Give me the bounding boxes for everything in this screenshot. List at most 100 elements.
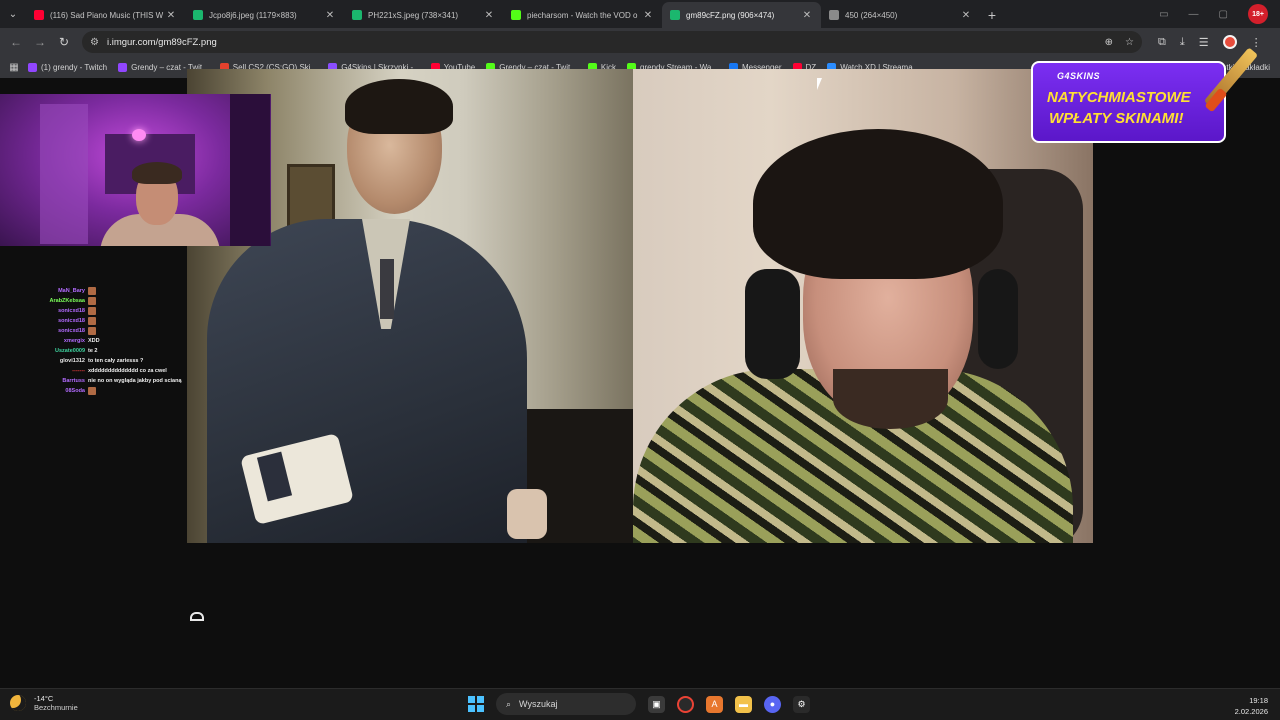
tab-close-icon[interactable]: ✕ [483,10,495,21]
windows-start-icon[interactable] [468,696,484,712]
apps-grid-icon[interactable]: ▦ [0,62,28,73]
chat-message: sonicxd18 [0,326,200,336]
tab-favicon-icon [352,10,362,20]
chat-username[interactable]: sonicxd18 [0,328,88,334]
streamer-webcam [0,94,271,246]
chat-username[interactable]: sonicxd18 [0,308,88,314]
taskbar-apps: ⌕ Wyszukaj ▣ A ▬ ● ⚙ [468,693,810,715]
chat-username[interactable]: xmergix [0,338,88,344]
site-info-icon[interactable]: ⚙ [90,37,99,48]
chat-message: MaN_Bary [0,286,200,296]
discord-icon[interactable]: ● [764,695,781,713]
overlay-icon [190,612,204,621]
maximize-icon[interactable]: ▢ [1219,9,1228,20]
tab-close-icon[interactable]: ✕ [324,10,336,21]
bookmark-item[interactable]: (1) grendy - Twitch [28,62,107,72]
url-text[interactable]: i.imgur.com/gm89cFZ.png [107,37,1093,48]
system-clock[interactable]: 19:18 2.02.2026 [1235,695,1268,717]
tab-title: (116) Sad Piano Music (THIS W [50,10,164,20]
sponsor-logo: G4SKINS [1057,71,1101,81]
menu-icon[interactable]: ⋮ [1251,36,1262,49]
moon-icon [10,695,26,711]
browser-tab[interactable]: (116) Sad Piano Music (THIS W ✕ [26,2,185,28]
minimize-icon[interactable]: — [1189,9,1199,20]
chat-message: sonicxd18 [0,306,200,316]
sponsor-banner: G4SKINS NATYCHMIASTOWE WPŁATY SKINAMI! [1031,61,1226,143]
chat-message: Uszate0009 te 2 [0,346,200,356]
extensions-icon[interactable]: ⧉ [1158,36,1166,49]
browser-tab[interactable]: PH221xS.jpeg (738×341) ✕ [344,2,503,28]
browser-toolbar: ← → ↻ ⚙ i.imgur.com/gm89cFZ.png ⊕ ☆ ⧉ ⤓ … [0,28,1280,56]
new-tab-button[interactable]: + [980,2,1004,28]
tab-close-icon[interactable]: ✕ [642,10,654,21]
chat-text: to ten cały zariesss ? [88,358,144,364]
clock-date: 2.02.2026 [1234,707,1268,716]
address-bar[interactable]: ⚙ i.imgur.com/gm89cFZ.png ⊕ ☆ [82,31,1142,53]
chat-username[interactable]: Uszate0009 [0,348,88,354]
tab-close-icon[interactable]: ✕ [801,10,813,21]
bookmark-star-icon[interactable]: ☆ [1125,37,1134,48]
download-icon[interactable]: ⤓ [1180,36,1185,49]
search-placeholder: Wyszukaj [519,699,558,709]
chat-username[interactable]: ------- [0,368,88,374]
chat-message: ArabZKebsaa [0,296,200,306]
tab-close-icon[interactable]: ✕ [165,10,177,21]
file-explorer-icon[interactable]: ▬ [735,695,752,713]
bookmark-favicon-icon [118,62,128,72]
weather-widget[interactable]: -14°C Bezchmurnie [10,694,78,712]
chat-text: te 2 [88,348,98,354]
back-icon[interactable]: ← [4,35,28,49]
tab-title: PH221xS.jpeg (738×341) [368,10,459,20]
cast-icon[interactable]: ▭ [1159,9,1168,20]
sponsor-line-2: WPŁATY SKINAMI! [1049,110,1184,127]
zoom-icon[interactable]: ⊕ [1105,37,1113,48]
task-view-icon[interactable]: ▣ [648,695,665,713]
tab-close-icon[interactable]: ✕ [960,10,972,21]
browser-tab[interactable]: piecharsom - Watch the VOD o ✕ [503,2,662,28]
browser-tab[interactable]: Jcpo8j6.jpeg (1179×883) ✕ [185,2,344,28]
stream-chat: MaN_Bary ArabZKebsaa sonicxd18 sonicxd18 son… [0,286,200,396]
beard [833,369,948,429]
app-a-icon[interactable]: A [706,695,723,713]
window-controls: ▭ — ▢ 18+ [1159,0,1280,28]
search-icon: ⌕ [506,698,512,709]
media-icon[interactable]: ☰ [1199,36,1209,49]
tab-favicon-icon [511,10,521,20]
chrome-icon[interactable] [677,695,694,713]
chat-username[interactable]: sonicxd18 [0,318,88,324]
steam-icon[interactable]: ⚙ [793,695,810,713]
mouse-cursor-icon [817,78,827,90]
profile-avatar[interactable] [1222,35,1237,49]
chat-username[interactable]: ArabZKebsaa [0,298,88,304]
browser-tab[interactable]: gm89cFZ.png (906×474) ✕ [662,2,821,28]
tab-title: piecharsom - Watch the VOD o [527,10,638,20]
chat-username[interactable]: Barrtuss [0,378,88,384]
browser-tab[interactable]: 450 (264×450) ✕ [821,2,980,28]
hair [753,129,1003,279]
clock-time: 19:18 [1249,696,1268,705]
age-badge-icon: 18+ [1248,4,1268,24]
chat-username[interactable]: MaN_Bary [0,288,88,294]
chat-message: 08Soda [0,386,200,396]
taskbar-search[interactable]: ⌕ Wyszukaj [496,693,636,715]
chat-message: Barrtuss nie no on wygląda jakby pod scia… [0,376,200,386]
chat-username[interactable]: glovi1312 [0,358,88,364]
tab-search-chevron-icon[interactable]: ⌄ [0,0,26,28]
tab-strip: ⌄ (116) Sad Piano Music (THIS W ✕ Jcpo8j6.… [0,0,1280,28]
background-wall [230,94,270,246]
chat-emote-icon [88,387,96,395]
chat-username[interactable]: 08Soda [0,388,88,394]
chat-text: XDD [88,338,100,344]
bookmark-favicon-icon [28,62,37,72]
reload-icon[interactable]: ↻ [52,35,76,49]
chat-text: xdddddddddddddd co za cwel [88,368,167,374]
chat-emote-icon [88,327,96,335]
forward-icon[interactable]: → [28,35,52,49]
chat-emote-icon [88,287,96,295]
chat-message: xmergix XDD [0,336,200,346]
image-right-panel [633,69,1093,543]
tabs-container: (116) Sad Piano Music (THIS W ✕ Jcpo8j6.jp… [26,2,980,28]
hand [507,489,547,539]
chat-message: ------- xdddddddddddddd co za cwel [0,366,200,376]
windows-taskbar: -14°C Bezchmurnie ⌕ Wyszukaj ▣ A ▬ ● ⚙ 1… [0,688,1280,720]
